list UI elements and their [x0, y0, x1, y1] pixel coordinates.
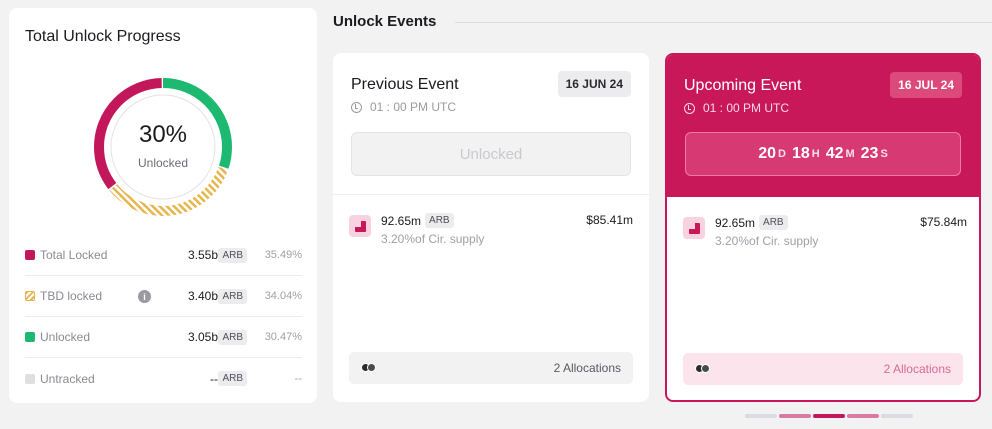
pager-dot-3[interactable] [813, 414, 845, 418]
allocations-label: 2 Allocations [883, 362, 951, 376]
countdown-hours: 18 [791, 145, 810, 162]
progress-donut: 30% Unlocked [92, 76, 234, 218]
token-badge: ARB [759, 215, 788, 230]
token-badge: ARB [218, 247, 247, 263]
section-divider [455, 22, 992, 23]
event-title: Previous Event [351, 76, 459, 93]
unlocked-label: Unlocked [137, 155, 189, 170]
pager-dot-1[interactable] [745, 414, 777, 418]
stat-percent: 34.04% [264, 290, 302, 302]
section-title: Unlock Events [333, 13, 437, 30]
amount-value: 92.65m [715, 215, 756, 230]
stat-label: Unlocked [40, 330, 91, 344]
unlocked-status-button: Unlocked [351, 132, 631, 176]
event-time: 01 : 00 PM UTC [351, 100, 456, 114]
stat-row-total-locked: Total Locked 3.55b ARB 35.49% [25, 235, 302, 276]
stat-value: 3.05b [187, 330, 218, 344]
event-time: 01 : 00 PM UTC [684, 101, 789, 115]
upcoming-event-card[interactable]: Upcoming Event 16 JUL 24 01 : 00 PM UTC … [665, 53, 981, 402]
event-date-badge: 16 JUN 24 [557, 71, 631, 97]
countdown-days: 20 [758, 145, 776, 162]
event-header: Previous Event 16 JUN 24 01 : 00 PM UTC … [333, 53, 649, 195]
event-token-row: 92.65m ARB 3.20%of Cir. supply $75.84m [683, 215, 967, 251]
clock-icon [351, 101, 362, 113]
countdown-seconds: 23 [860, 145, 879, 162]
token-badge: ARB [218, 371, 247, 386]
unlock-progress-card: Total Unlock Progress 30% Unlocked Total… [9, 8, 317, 403]
stat-list: Total Locked 3.55b ARB 35.49% TBD locked… [25, 235, 302, 399]
pager-dot-4[interactable] [847, 414, 879, 418]
tbd-swatch [25, 291, 35, 301]
countdown-hours-unit: H [811, 148, 820, 160]
event-date-badge: 16 JUL 24 [890, 72, 962, 98]
event-amount: 92.65m ARB [381, 213, 454, 228]
token-badge: ARB [218, 288, 247, 304]
event-token-row: 92.65m ARB 3.20%of Cir. supply $85.41m [349, 213, 633, 249]
countdown-seconds-unit: S [880, 148, 888, 160]
countdown-days-unit: D [777, 148, 786, 160]
stat-row-tbd-locked: TBD locked i 3.40b ARB 34.04% [25, 276, 302, 317]
donut-center: 30% Unlocked [92, 76, 234, 218]
stat-label: TBD locked [40, 289, 103, 303]
stat-percent: 30.47% [264, 331, 302, 343]
supply-share: 3.20%of Cir. supply [715, 234, 819, 248]
info-icon[interactable]: i [138, 290, 151, 303]
locked-swatch [25, 250, 35, 260]
stat-label: Untracked [40, 371, 95, 386]
countdown-minutes: 42 [825, 145, 844, 162]
usd-value: $75.84m [920, 215, 967, 229]
stat-percent: -- [294, 372, 302, 385]
pager-dot-2[interactable] [779, 414, 811, 418]
usd-value: $85.41m [586, 213, 633, 227]
stat-value: 3.40b [187, 289, 218, 303]
event-time-text: 01 : 00 PM UTC [703, 101, 790, 115]
amount-value: 92.65m [381, 213, 422, 228]
allocation-dots-icon [361, 363, 379, 373]
unlocked-percent: 30% [138, 120, 188, 148]
allocations-button[interactable]: 2 Allocations [349, 352, 633, 384]
stat-value: -- [210, 371, 218, 386]
unlocked-swatch [25, 332, 35, 342]
supply-share: 3.20%of Cir. supply [381, 232, 485, 246]
carousel-pager [745, 414, 913, 418]
stat-row-untracked: Untracked -- ARB -- [25, 358, 302, 399]
stat-row-unlocked: Unlocked 3.05b ARB 30.47% [25, 317, 302, 358]
countdown-minutes-unit: M [845, 148, 855, 160]
event-title: Upcoming Event [684, 77, 802, 94]
untracked-swatch [25, 373, 35, 384]
countdown-timer: 20 D 18 H 42 M 23 S [685, 132, 961, 176]
clock-icon [684, 102, 695, 114]
allocations-button[interactable]: 2 Allocations [683, 353, 963, 385]
card-title: Total Unlock Progress [25, 28, 181, 45]
allocations-label: 2 Allocations [553, 361, 621, 375]
stat-label: Total Locked [40, 248, 108, 262]
event-amount: 92.65m ARB [715, 215, 788, 230]
event-time-text: 01 : 00 PM UTC [370, 100, 457, 114]
previous-event-card[interactable]: Previous Event 16 JUN 24 01 : 00 PM UTC … [333, 53, 649, 402]
arb-token-icon [349, 215, 371, 237]
stat-percent: 35.49% [264, 249, 302, 261]
token-badge: ARB [425, 213, 454, 228]
allocation-dots-icon [695, 364, 713, 374]
token-badge: ARB [218, 329, 247, 345]
event-header: Upcoming Event 16 JUL 24 01 : 00 PM UTC … [667, 55, 979, 197]
stat-value: 3.55b [187, 248, 218, 262]
arb-token-icon [683, 217, 705, 239]
pager-dot-5[interactable] [881, 414, 913, 418]
